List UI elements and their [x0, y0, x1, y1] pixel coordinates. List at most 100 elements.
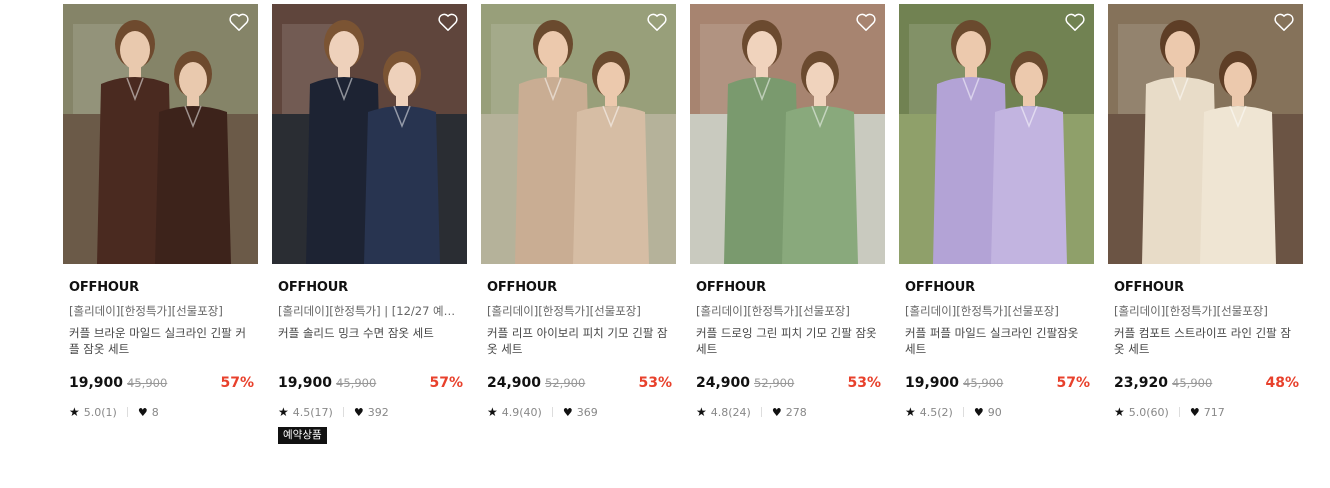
like-count: 8 — [151, 405, 159, 419]
promo-tags: [홀리데이][한정특가][선물포장] — [487, 304, 641, 318]
heart-icon: ♥ — [973, 405, 984, 419]
review-meta: ★ 4.5(17) ♥ 392 — [272, 405, 467, 419]
review-meta: ★ 4.5(2) ♥ 90 — [899, 405, 1094, 419]
original-price: 45,900 — [127, 376, 168, 390]
price-row: 19,900 45,900 57% — [63, 375, 258, 391]
product-name[interactable]: 커플 드로잉 그린 피치 기모 긴팔 잠옷 세트 — [690, 325, 885, 359]
star-icon: ★ — [278, 405, 289, 419]
sale-price: 24,900 — [696, 375, 751, 391]
discount-rate: 57% — [429, 375, 463, 391]
product-photo — [272, 4, 467, 264]
like-count: 90 — [987, 405, 1002, 419]
star-icon: ★ — [487, 405, 498, 419]
price-row: 23,920 45,900 48% — [1108, 375, 1303, 391]
discount-rate: 48% — [1265, 375, 1299, 391]
like-count: 717 — [1203, 405, 1225, 419]
product-image[interactable] — [272, 4, 467, 264]
product-photo — [481, 4, 676, 264]
review-meta: ★ 5.0(1) ♥ 8 — [63, 405, 258, 419]
product-card[interactable]: OFFHOUR [홀리데이][한정특가][선물포장] 커플 리프 아이보리 피치… — [481, 4, 676, 444]
product-image[interactable] — [63, 4, 258, 264]
star-icon: ★ — [69, 405, 80, 419]
review-meta: ★ 5.0(60) ♥ 717 — [1108, 405, 1303, 419]
sale-price: 19,900 — [69, 375, 124, 391]
product-image[interactable] — [690, 4, 885, 264]
wishlist-heart-icon[interactable] — [1273, 12, 1295, 32]
divider — [962, 407, 964, 417]
brand-name[interactable]: OFFHOUR — [690, 280, 885, 295]
product-name[interactable]: 커플 컴포트 스트라이프 라인 긴팔 잠옷 세트 — [1108, 325, 1303, 359]
review-meta: ★ 4.8(24) ♥ 278 — [690, 405, 885, 419]
sale-price: 19,900 — [905, 375, 960, 391]
wishlist-heart-icon[interactable] — [228, 12, 250, 32]
product-card[interactable]: OFFHOUR [홀리데이][한정특가][선물포장] 커플 퍼플 마일드 실크라… — [899, 4, 1094, 444]
star-icon: ★ — [696, 405, 707, 419]
product-name[interactable]: 커플 리프 아이보리 피치 기모 긴팔 잠옷 세트 — [481, 325, 676, 359]
product-card[interactable]: OFFHOUR [홀리데이][한정특가][선물포장] 커플 드로잉 그린 피치 … — [690, 4, 885, 444]
product-image[interactable] — [481, 4, 676, 264]
product-card[interactable]: OFFHOUR [홀리데이][한정특가][선물포장] 커플 브라운 마일드 실크… — [63, 4, 258, 444]
rating-value: 4.5(17) — [292, 405, 333, 419]
divider — [1178, 407, 1180, 417]
wishlist-heart-icon[interactable] — [646, 12, 668, 32]
product-photo — [1108, 4, 1303, 264]
product-name[interactable]: 커플 퍼플 마일드 실크라인 긴팔잠옷 세트 — [899, 325, 1094, 359]
wishlist-heart-icon[interactable] — [437, 12, 459, 32]
reservation-badge: 예약상품 — [278, 427, 327, 444]
sale-price: 23,920 — [1114, 375, 1169, 391]
sale-price: 24,900 — [487, 375, 542, 391]
product-grid: OFFHOUR [홀리데이][한정특가][선물포장] 커플 브라운 마일드 실크… — [63, 4, 1303, 444]
promo-tags: [홀리데이][한정특가] | [12/27 예약배송] — [278, 304, 464, 318]
heart-icon: ♥ — [137, 405, 148, 419]
original-price: 52,900 — [545, 376, 586, 390]
heart-icon: ♥ — [353, 405, 364, 419]
product-card[interactable]: OFFHOUR [홀리데이][한정특가][선물포장] 커플 컴포트 스트라이프 … — [1108, 4, 1303, 444]
heart-icon: ♥ — [562, 405, 573, 419]
brand-name[interactable]: OFFHOUR — [899, 280, 1094, 295]
like-count: 278 — [785, 405, 807, 419]
original-price: 52,900 — [754, 376, 795, 390]
discount-rate: 57% — [220, 375, 254, 391]
brand-name[interactable]: OFFHOUR — [272, 280, 467, 295]
price-row: 24,900 52,900 53% — [481, 375, 676, 391]
heart-icon: ♥ — [1189, 405, 1200, 419]
star-icon: ★ — [905, 405, 916, 419]
rating-value: 5.0(60) — [1128, 405, 1169, 419]
divider — [342, 407, 344, 417]
product-image[interactable] — [1108, 4, 1303, 264]
like-count: 369 — [576, 405, 598, 419]
original-price: 45,900 — [1172, 376, 1213, 390]
product-photo — [899, 4, 1094, 264]
rating-value: 4.9(40) — [501, 405, 542, 419]
wishlist-heart-icon[interactable] — [855, 12, 877, 32]
product-name[interactable]: 커플 솔리드 밍크 수면 잠옷 세트 — [272, 325, 467, 359]
promo-tags: [홀리데이][한정특가][선물포장] — [696, 304, 850, 318]
product-image[interactable] — [899, 4, 1094, 264]
wishlist-heart-icon[interactable] — [1064, 12, 1086, 32]
promo-tags: [홀리데이][한정특가][선물포장] — [1114, 304, 1268, 318]
divider — [551, 407, 553, 417]
brand-name[interactable]: OFFHOUR — [63, 280, 258, 295]
rating-value: 5.0(1) — [83, 405, 117, 419]
brand-name[interactable]: OFFHOUR — [1108, 280, 1303, 295]
heart-icon: ♥ — [771, 405, 782, 419]
discount-rate: 53% — [847, 375, 881, 391]
rating-value: 4.8(24) — [710, 405, 751, 419]
product-photo — [63, 4, 258, 264]
like-count: 392 — [367, 405, 389, 419]
promo-tags: [홀리데이][한정특가][선물포장] — [69, 304, 223, 318]
review-meta: ★ 4.9(40) ♥ 369 — [481, 405, 676, 419]
sale-price: 19,900 — [278, 375, 333, 391]
original-price: 45,900 — [963, 376, 1004, 390]
promo-tags: [홀리데이][한정특가][선물포장] — [905, 304, 1059, 318]
discount-rate: 57% — [1056, 375, 1090, 391]
divider — [760, 407, 762, 417]
product-photo — [690, 4, 885, 264]
product-card[interactable]: OFFHOUR [홀리데이][한정특가] | [12/27 예약배송] 커플 솔… — [272, 4, 467, 444]
brand-name[interactable]: OFFHOUR — [481, 280, 676, 295]
price-row: 19,900 45,900 57% — [272, 375, 467, 391]
product-name[interactable]: 커플 브라운 마일드 실크라인 긴팔 커플 잠옷 세트 — [63, 325, 258, 359]
star-icon: ★ — [1114, 405, 1125, 419]
original-price: 45,900 — [336, 376, 377, 390]
price-row: 19,900 45,900 57% — [899, 375, 1094, 391]
